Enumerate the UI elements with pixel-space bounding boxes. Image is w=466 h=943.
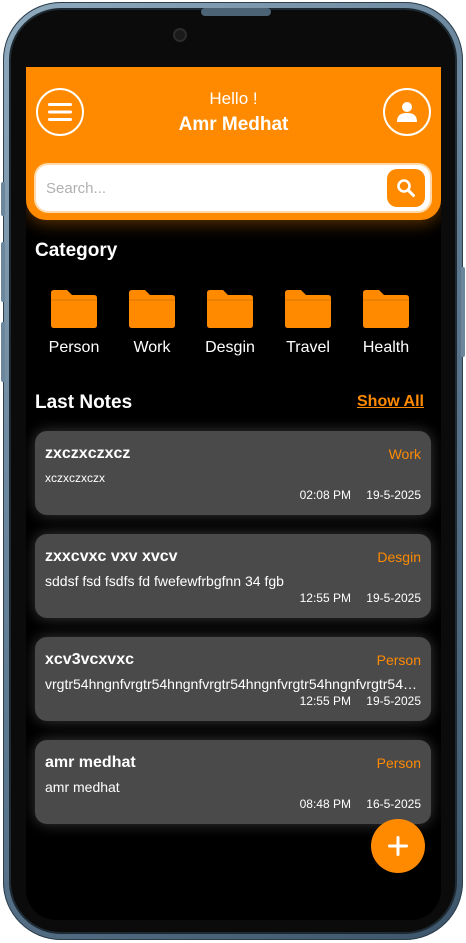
note-time: 12:55 PM: [299, 694, 351, 708]
category-label: Work: [133, 339, 171, 356]
note-category: Desgin: [377, 549, 421, 565]
category-item-person[interactable]: Person: [35, 289, 113, 357]
note-title: amr medhat: [45, 754, 136, 771]
search-icon: [397, 179, 415, 197]
greeting-text: Hello !: [209, 89, 258, 108]
note-category: Person: [376, 755, 421, 771]
note-time: 02:08 PM: [299, 488, 351, 502]
show-all-link[interactable]: Show All: [357, 393, 424, 411]
note-card[interactable]: xcv3vcxvxc Person vrgtr54hngnfvrgtr54hng…: [35, 637, 431, 721]
note-date: 19-5-2025: [366, 591, 421, 605]
side-button: [461, 267, 465, 357]
add-note-button[interactable]: [371, 819, 425, 873]
note-body: vrgtr54hngnfvrgtr54hngnfvrgtr54hngnfvrgt…: [45, 676, 421, 692]
app-header: Hello ! Amr Medhat: [26, 67, 441, 220]
folder-icon: [207, 290, 253, 328]
note-title: zxczxczxcz: [45, 445, 131, 462]
folder-icon: [285, 290, 331, 328]
note-date: 19-5-2025: [366, 694, 421, 708]
side-button: [1, 182, 5, 216]
category-section-title: Category: [35, 240, 118, 261]
category-label: Health: [362, 339, 410, 356]
search-bar: [34, 163, 432, 213]
note-time: 08:48 PM: [299, 797, 351, 811]
side-button: [1, 242, 5, 302]
note-time: 12:55 PM: [299, 591, 351, 605]
category-label: Desgin: [205, 339, 255, 356]
category-item-work[interactable]: Work: [113, 289, 191, 357]
note-date: 16-5-2025: [366, 797, 421, 811]
category-label: Travel: [286, 339, 330, 356]
speaker: [201, 8, 271, 16]
user-icon: [397, 102, 417, 122]
category-item-health[interactable]: Health: [347, 289, 425, 357]
notes-section-title: Last Notes: [35, 392, 133, 413]
note-body: sddsf fsd fsdfs fd fwefewfrbgfnn 34 fgb: [45, 573, 284, 589]
note-category: Person: [376, 652, 421, 668]
note-title: xcv3vcxvxc: [45, 651, 134, 668]
note-body: amr medhat: [45, 779, 120, 795]
note-body: xczxczxczx: [45, 471, 105, 485]
note-card[interactable]: zxczxczxcz Work xczxczxczx 02:08 PM 19-5…: [35, 431, 431, 515]
search-button[interactable]: [387, 169, 425, 207]
search-input[interactable]: [36, 165, 387, 211]
note-title: zxxcvxc vxv xvcv: [45, 548, 178, 565]
category-item-design[interactable]: Desgin: [191, 289, 269, 357]
note-card[interactable]: amr medhat Person amr medhat 08:48 PM 16…: [35, 740, 431, 824]
plus-icon: [388, 836, 408, 856]
side-button: [1, 322, 5, 382]
camera: [173, 28, 187, 42]
folder-icon: [51, 290, 97, 328]
note-date: 19-5-2025: [366, 488, 421, 502]
profile-button[interactable]: [383, 88, 431, 136]
note-card[interactable]: zxxcvxc vxv xvcv Desgin sddsf fsd fsdfs …: [35, 534, 431, 618]
category-list: Person Work Desgin Travel Health: [35, 289, 435, 364]
folder-icon: [363, 290, 409, 328]
username-text: Amr Medhat: [178, 114, 289, 135]
folder-icon: [129, 290, 175, 328]
category-item-travel[interactable]: Travel: [269, 289, 347, 357]
category-label: Person: [48, 339, 100, 356]
app-screen: Hello ! Amr Medhat Category: [26, 67, 441, 920]
note-category: Work: [388, 446, 421, 462]
